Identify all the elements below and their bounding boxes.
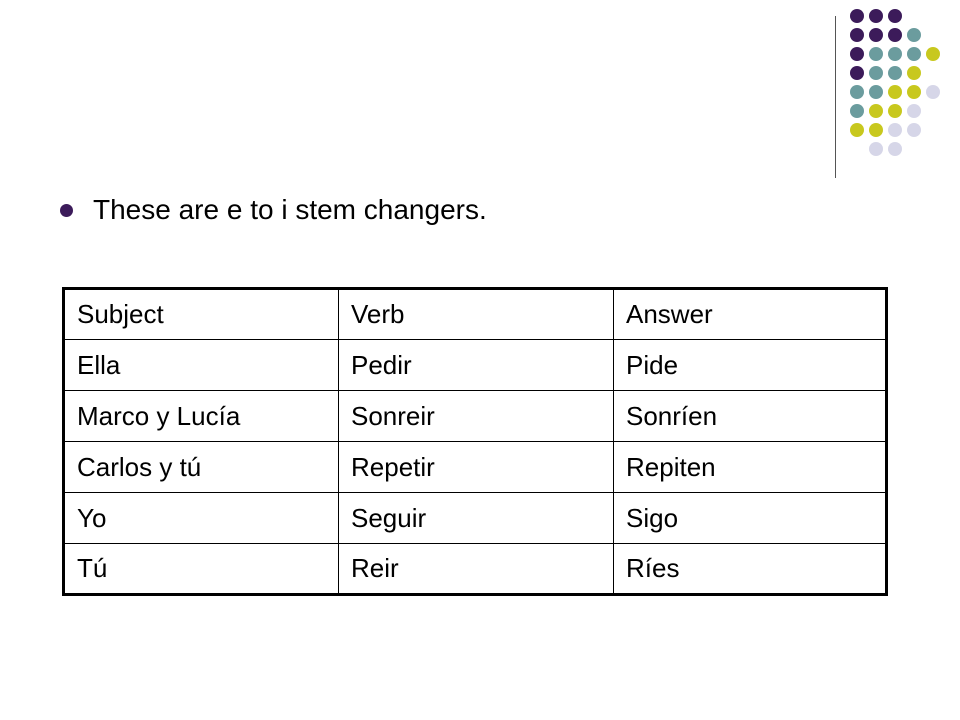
decorative-dot (850, 47, 864, 61)
decorative-dot (907, 104, 921, 118)
decorative-dot (926, 85, 940, 99)
decorative-dot (888, 85, 902, 99)
bullet-item: These are e to i stem changers. (60, 190, 487, 230)
decorative-dot (888, 9, 902, 23)
answer-cell: Sonríen (613, 390, 887, 442)
decorative-dot (907, 85, 921, 99)
decorative-dot (888, 123, 902, 137)
answer-cell: Ríes (613, 543, 887, 595)
decorative-dot (907, 123, 921, 137)
decorative-dot (850, 9, 864, 23)
stem-changer-table: Subject Verb Answer Ella Pedir Pide Marc… (62, 287, 888, 596)
decorative-dot (850, 66, 864, 80)
table-row: Yo Seguir Sigo (63, 492, 887, 544)
table-header-row: Subject Verb Answer (63, 288, 887, 340)
subject-cell: Yo (63, 492, 339, 544)
vertical-divider (835, 16, 836, 178)
verb-cell: Repetir (338, 441, 614, 493)
verb-cell: Pedir (338, 339, 614, 391)
decorative-dot (926, 47, 940, 61)
decorative-dot (888, 47, 902, 61)
verb-cell: Seguir (338, 492, 614, 544)
decorative-dot (907, 66, 921, 80)
decorative-dot (869, 66, 883, 80)
subject-cell: Ella (63, 339, 339, 391)
answer-cell: Sigo (613, 492, 887, 544)
table-row: Marco y Lucía Sonreir Sonríen (63, 390, 887, 442)
decorative-dot (869, 85, 883, 99)
bullet-icon (60, 203, 73, 217)
decorative-dot (869, 47, 883, 61)
table-row: Ella Pedir Pide (63, 339, 887, 391)
decorative-dot (888, 142, 902, 156)
decorative-dot (869, 123, 883, 137)
decorative-dot (869, 28, 883, 42)
decorative-dot (907, 47, 921, 61)
header-cell-answer: Answer (613, 288, 887, 340)
decorative-dot (869, 9, 883, 23)
answer-cell: Pide (613, 339, 887, 391)
decorative-dot (888, 66, 902, 80)
verb-cell: Sonreir (338, 390, 614, 442)
decorative-dot (888, 104, 902, 118)
decorative-dot (907, 28, 921, 42)
subject-cell: Tú (63, 543, 339, 595)
decorative-dot (869, 142, 883, 156)
decorative-dot (869, 104, 883, 118)
decorative-dot-grid (0, 0, 960, 200)
bullet-text: These are e to i stem changers. (93, 194, 487, 225)
table-row: Carlos y tú Repetir Repiten (63, 441, 887, 493)
header-cell-verb: Verb (338, 288, 614, 340)
answer-cell: Repiten (613, 441, 887, 493)
table-row: Tú Reir Ríes (63, 543, 887, 595)
decorative-dot (850, 104, 864, 118)
subject-cell: Carlos y tú (63, 441, 339, 493)
verb-cell: Reir (338, 543, 614, 595)
decorative-dot (888, 28, 902, 42)
decorative-dot (850, 85, 864, 99)
decorative-dot (850, 123, 864, 137)
subject-cell: Marco y Lucía (63, 390, 339, 442)
header-cell-subject: Subject (63, 288, 339, 340)
decorative-dot (850, 28, 864, 42)
